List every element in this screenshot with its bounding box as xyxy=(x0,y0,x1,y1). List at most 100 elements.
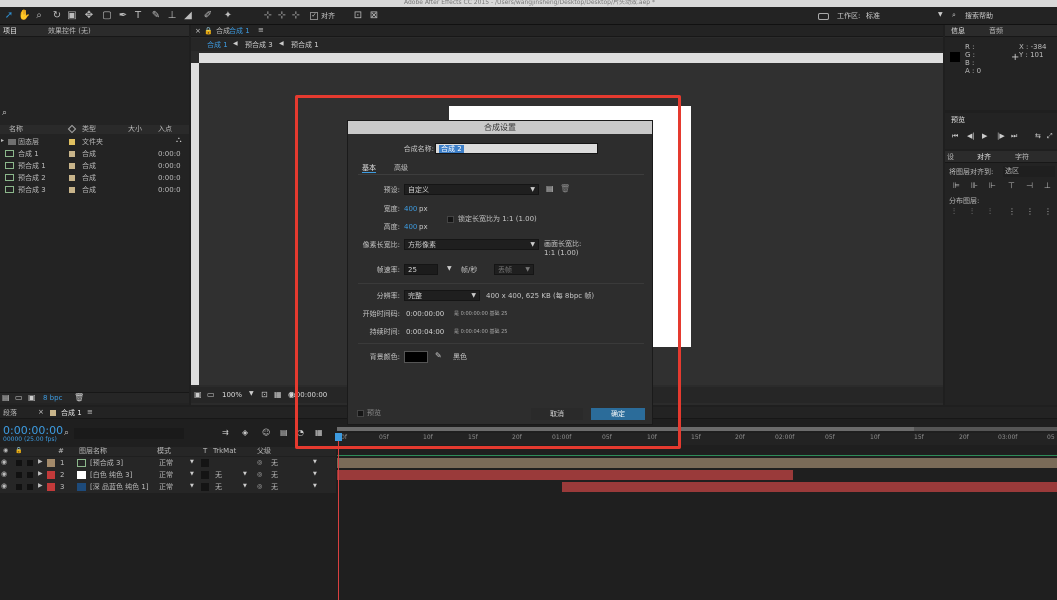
preserve-transparency-toggle[interactable] xyxy=(201,471,209,479)
trash-icon[interactable]: 🗑 xyxy=(74,394,84,402)
pickwhip-icon[interactable]: ◎ xyxy=(257,484,262,490)
current-time-display[interactable]: 0:00:00:00 xyxy=(3,425,63,436)
trkmat-dropdown[interactable]: 无 xyxy=(215,472,222,479)
previous-frame-icon[interactable]: ◀| xyxy=(967,133,975,140)
col-layer-name[interactable]: 图层名称 xyxy=(79,448,107,455)
align-bottom-icon[interactable]: ⊥ xyxy=(1044,182,1051,190)
drop-frame-dropdown[interactable]: 丢帧 ▼ xyxy=(494,264,534,275)
graph-editor-icon[interactable]: ▦ xyxy=(315,429,323,437)
puppet-tool-icon[interactable]: ✦ xyxy=(222,10,234,22)
col-size[interactable]: 大小 xyxy=(128,126,142,133)
distribute-v-center-icon[interactable]: ⫶ xyxy=(971,208,973,216)
play-icon[interactable]: ▶ xyxy=(982,133,987,140)
loop-icon[interactable]: ⇆ xyxy=(1035,133,1041,140)
first-frame-icon[interactable]: ⏮ xyxy=(952,133,958,140)
draft-3d-icon[interactable]: ◈ xyxy=(242,429,248,437)
layer-name[interactable]: [预合成 3] xyxy=(90,460,123,467)
distribute-bottom-icon[interactable]: ⫶ xyxy=(989,208,991,216)
clone-stamp-tool-icon[interactable]: ⊥ xyxy=(166,10,178,22)
chevron-down-icon[interactable]: ▼ xyxy=(313,472,317,477)
search-icon[interactable]: ⌕ xyxy=(2,109,7,118)
composition-mini-flowchart-icon[interactable]: ⇉ xyxy=(222,429,229,437)
align-center-h-icon[interactable]: ⊪ xyxy=(971,182,978,190)
solo-toggle[interactable] xyxy=(16,484,22,490)
roto-brush-tool-icon[interactable]: ✐ xyxy=(202,10,214,22)
preset-dropdown[interactable]: 自定义 ▼ xyxy=(404,184,539,195)
tab-composition[interactable]: 合成 1 xyxy=(229,28,250,35)
layer-duration-bar[interactable] xyxy=(337,458,1057,468)
folder-disclosure-icon[interactable]: ▸ xyxy=(1,138,4,144)
distribute-top-icon[interactable]: ⫶ xyxy=(953,208,955,216)
lock-icon[interactable]: 🔒 xyxy=(204,28,213,35)
start-timecode-value[interactable]: 0:00:00:00 xyxy=(406,311,444,318)
camera-tool-icon[interactable]: ▣ xyxy=(66,10,78,22)
label-color-swatch[interactable] xyxy=(47,459,55,467)
lock-aspect-checkbox[interactable] xyxy=(447,216,454,223)
breadcrumb-item[interactable]: 合成 1 xyxy=(207,42,228,49)
preview-checkbox[interactable] xyxy=(357,410,364,417)
rotate-tool-icon[interactable]: ↻ xyxy=(51,10,63,22)
new-composition-icon[interactable]: ▣ xyxy=(28,394,36,402)
parent-dropdown[interactable]: 无 xyxy=(271,484,278,491)
panel-menu-icon[interactable]: ≡ xyxy=(87,409,93,416)
current-time-indicator[interactable] xyxy=(338,433,339,600)
chevron-down-icon[interactable]: ▼ xyxy=(938,12,943,18)
list-item[interactable]: 预合成 2 合成 0:00:0 xyxy=(0,172,189,184)
chevron-right-icon[interactable]: ▶ xyxy=(38,471,43,477)
snap-checkbox[interactable]: ✓ xyxy=(310,12,318,20)
chevron-right-icon[interactable]: ▶ xyxy=(38,483,43,489)
breadcrumb-item[interactable]: 预合成 3 xyxy=(245,42,273,49)
label-color-swatch[interactable] xyxy=(47,471,55,479)
local-axis-icon[interactable]: ⊹ xyxy=(262,10,274,22)
label-color-swatch[interactable] xyxy=(69,187,75,193)
distribute-left-icon[interactable]: ⋮ xyxy=(1008,208,1016,216)
tab-timeline-comp[interactable]: 合成 1 xyxy=(61,410,82,417)
lock-toggle[interactable] xyxy=(27,484,33,490)
zoom-dropdown[interactable]: 100% xyxy=(222,392,242,399)
label-color-swatch[interactable] xyxy=(69,139,75,145)
mode-dropdown[interactable]: 正常 xyxy=(159,484,173,491)
last-frame-icon[interactable]: ⏭ xyxy=(1011,133,1017,140)
tab-basic[interactable]: 基本 xyxy=(362,165,376,173)
eye-icon[interactable]: ◉ xyxy=(3,448,8,454)
world-axis-icon[interactable]: ⊹ xyxy=(276,10,288,22)
table-row[interactable]: ◉ ▶ 3 [深 品蓝色 纯色 1] 正常 ▼ 无 ▼ ◎ 无 ▼ xyxy=(0,481,336,493)
align-to-dropdown[interactable]: 选区 xyxy=(1003,166,1055,177)
layer-name[interactable]: [白色 纯色 3] xyxy=(90,472,132,479)
tab-effect-controls[interactable]: 效果控件 (无) xyxy=(48,28,91,35)
search-help-input[interactable]: 搜索帮助 xyxy=(965,13,993,20)
eye-icon[interactable]: ◉ xyxy=(1,459,7,466)
chevron-down-icon[interactable]: ▼ xyxy=(190,472,194,477)
lock-icon[interactable]: 🔒 xyxy=(15,448,22,454)
list-item[interactable]: 预合成 1 合成 0:00:0 xyxy=(0,160,189,172)
solo-toggle[interactable] xyxy=(16,460,22,466)
chevron-down-icon[interactable]: ▼ xyxy=(447,266,452,272)
pen-tool-icon[interactable]: ✒ xyxy=(117,10,129,22)
chevron-down-icon[interactable]: ▼ xyxy=(313,460,317,465)
parent-dropdown[interactable]: 无 xyxy=(271,472,278,479)
chevron-right-icon[interactable]: ▶ xyxy=(38,459,43,465)
chevron-down-icon[interactable]: ▼ xyxy=(243,484,247,489)
tab-info[interactable]: 信息 xyxy=(951,28,965,35)
tab-render-queue[interactable]: 段落 xyxy=(3,410,17,417)
col-in[interactable]: 入点 xyxy=(158,126,172,133)
layer-search-input[interactable] xyxy=(74,428,184,439)
solo-toggle[interactable] xyxy=(16,472,22,478)
duration-value[interactable]: 0:00:04:00 xyxy=(406,329,444,336)
save-preset-icon[interactable]: ▤ xyxy=(546,185,554,193)
frame-rate-input[interactable]: 25 xyxy=(404,264,438,275)
transparency-grid-icon[interactable]: ▦ xyxy=(274,391,282,399)
chevron-down-icon[interactable]: ▼ xyxy=(249,391,254,397)
label-color-swatch[interactable] xyxy=(47,483,55,491)
workspace-dropdown[interactable]: 标准 xyxy=(866,13,880,20)
layer-duration-bar[interactable] xyxy=(337,470,793,480)
table-row[interactable]: ◉ ▶ 2 [白色 纯色 3] 正常 ▼ 无 ▼ ◎ 无 ▼ xyxy=(0,469,336,481)
close-icon[interactable]: × xyxy=(38,409,44,416)
pan-behind-tool-icon[interactable]: ✥ xyxy=(83,10,95,22)
time-ruler[interactable]: 0f 05f 10f 15f 20f 01:00f 05f 10f 15f 20… xyxy=(337,433,1057,445)
ok-button[interactable]: 确定 xyxy=(591,408,645,420)
chevron-down-icon[interactable]: ▼ xyxy=(313,484,317,489)
comp-timecode[interactable]: 0:00:00:00 xyxy=(289,392,327,399)
col-type[interactable]: 类型 xyxy=(82,126,96,133)
eye-icon[interactable]: ◉ xyxy=(1,471,7,478)
